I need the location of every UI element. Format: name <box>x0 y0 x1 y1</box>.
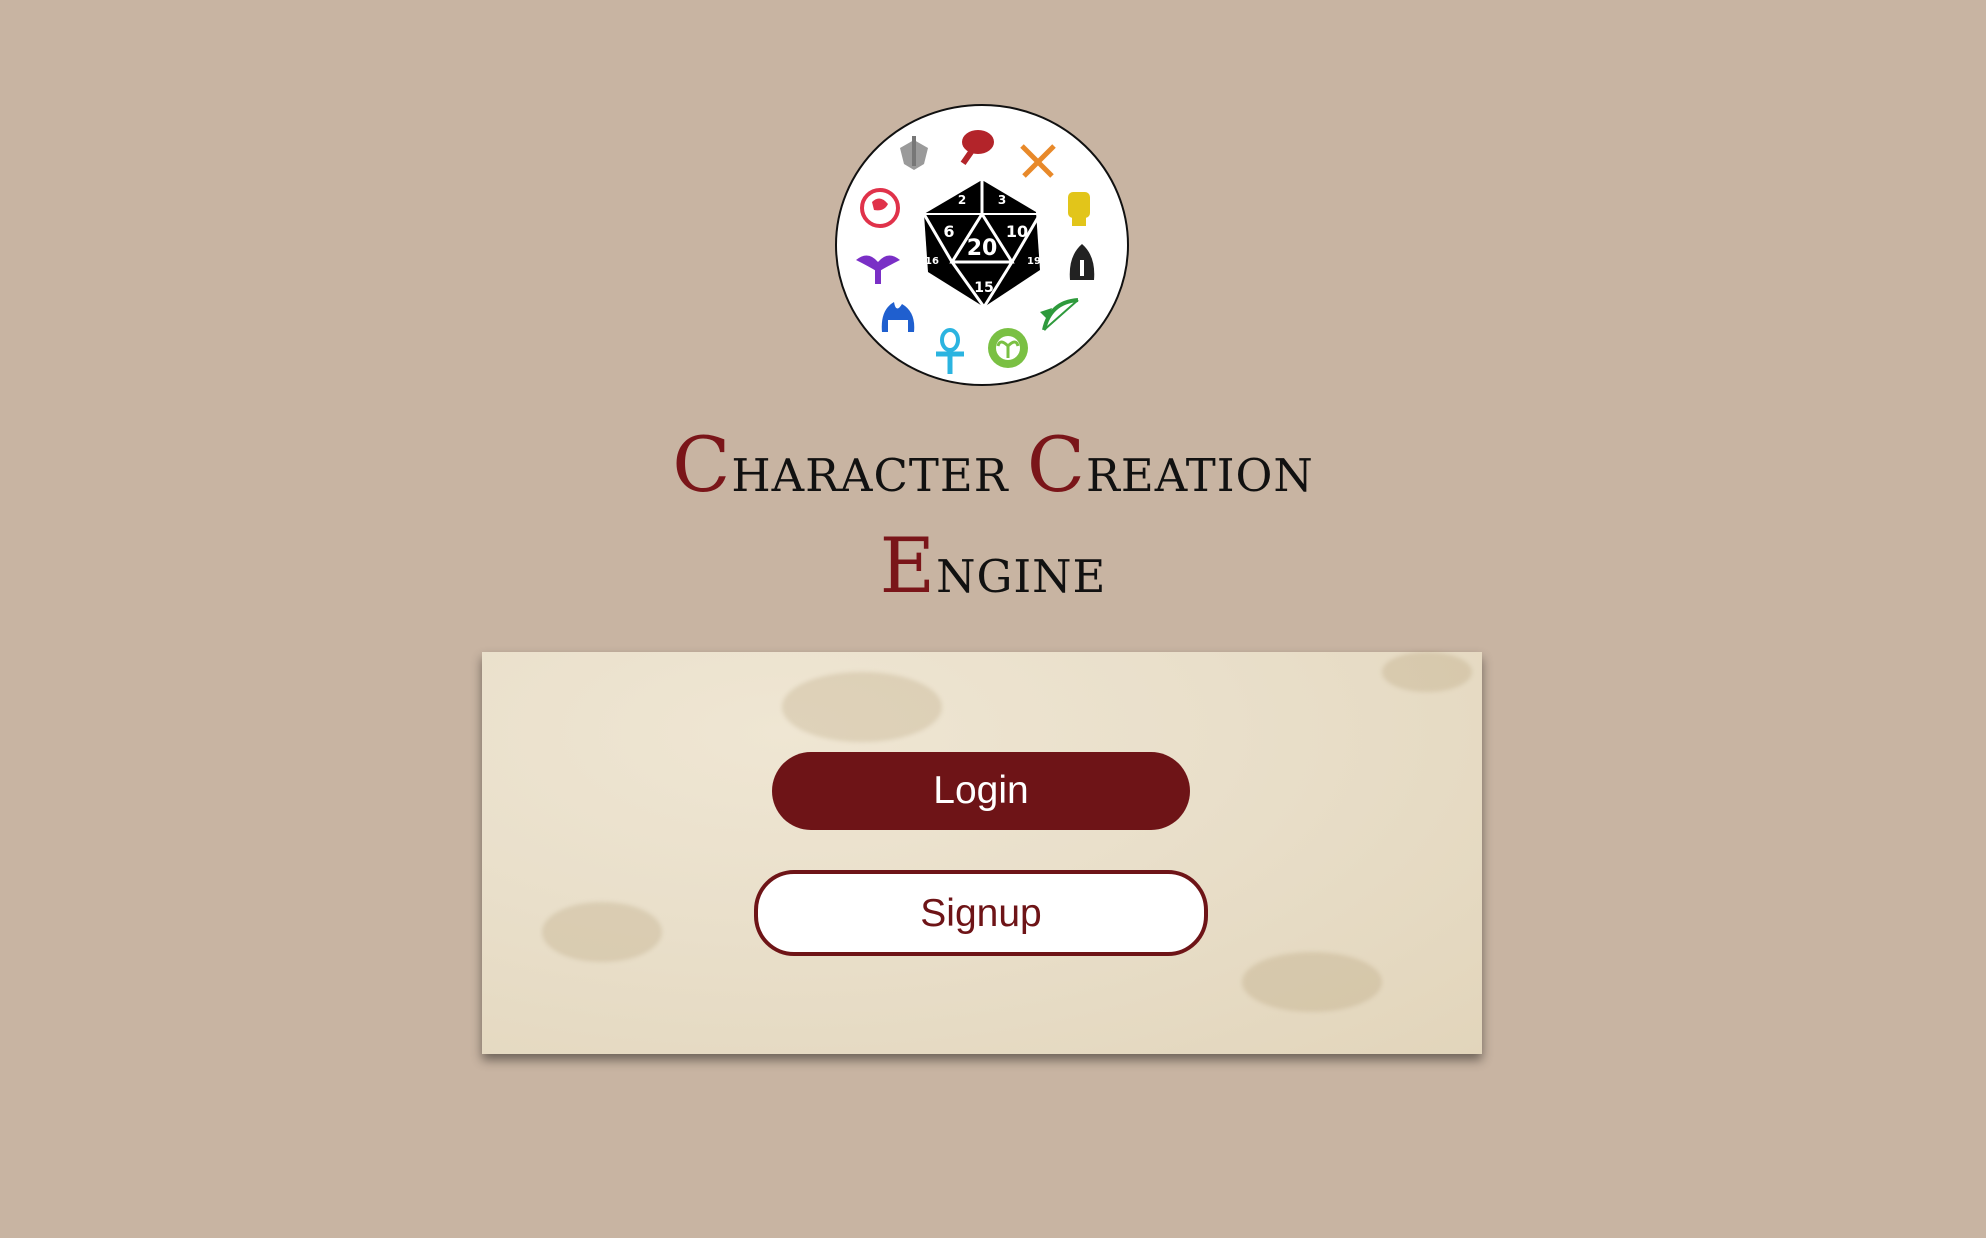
title-initial-e: E <box>879 521 937 610</box>
signup-button[interactable]: Signup <box>754 870 1208 956</box>
parchment-stain <box>782 672 942 742</box>
die-face-3: 3 <box>998 193 1006 207</box>
title-line-2: Engine <box>0 519 1986 620</box>
die-face-10: 10 <box>1006 222 1028 241</box>
die-face-19: 19 <box>1027 256 1041 267</box>
die-face-2: 2 <box>958 193 966 207</box>
parchment-stain <box>1242 952 1382 1012</box>
title-word-character: haracter <box>731 433 1009 507</box>
druid-icon <box>988 328 1028 368</box>
parchment-stain <box>542 902 662 962</box>
title-word-creation: reation <box>1085 433 1314 507</box>
parchment-stain <box>1382 652 1472 692</box>
logo: 20 6 10 15 2 3 16 19 <box>834 102 1130 388</box>
page-title: Character Creation Engine <box>0 418 1986 620</box>
title-initial-c1: C <box>672 420 732 509</box>
auth-panel: Login Signup <box>482 652 1482 1054</box>
die-face-6: 6 <box>943 222 954 241</box>
die-face-20: 20 <box>967 236 998 261</box>
title-word-engine: ngine <box>936 534 1107 608</box>
die-face-16: 16 <box>925 256 939 267</box>
die-face-15: 15 <box>974 280 993 296</box>
title-line-1: Character Creation <box>0 418 1986 519</box>
title-initial-c2: C <box>1026 420 1086 509</box>
login-button[interactable]: Login <box>772 752 1190 830</box>
d20-logo-icon: 20 6 10 15 2 3 16 19 <box>835 104 1129 386</box>
